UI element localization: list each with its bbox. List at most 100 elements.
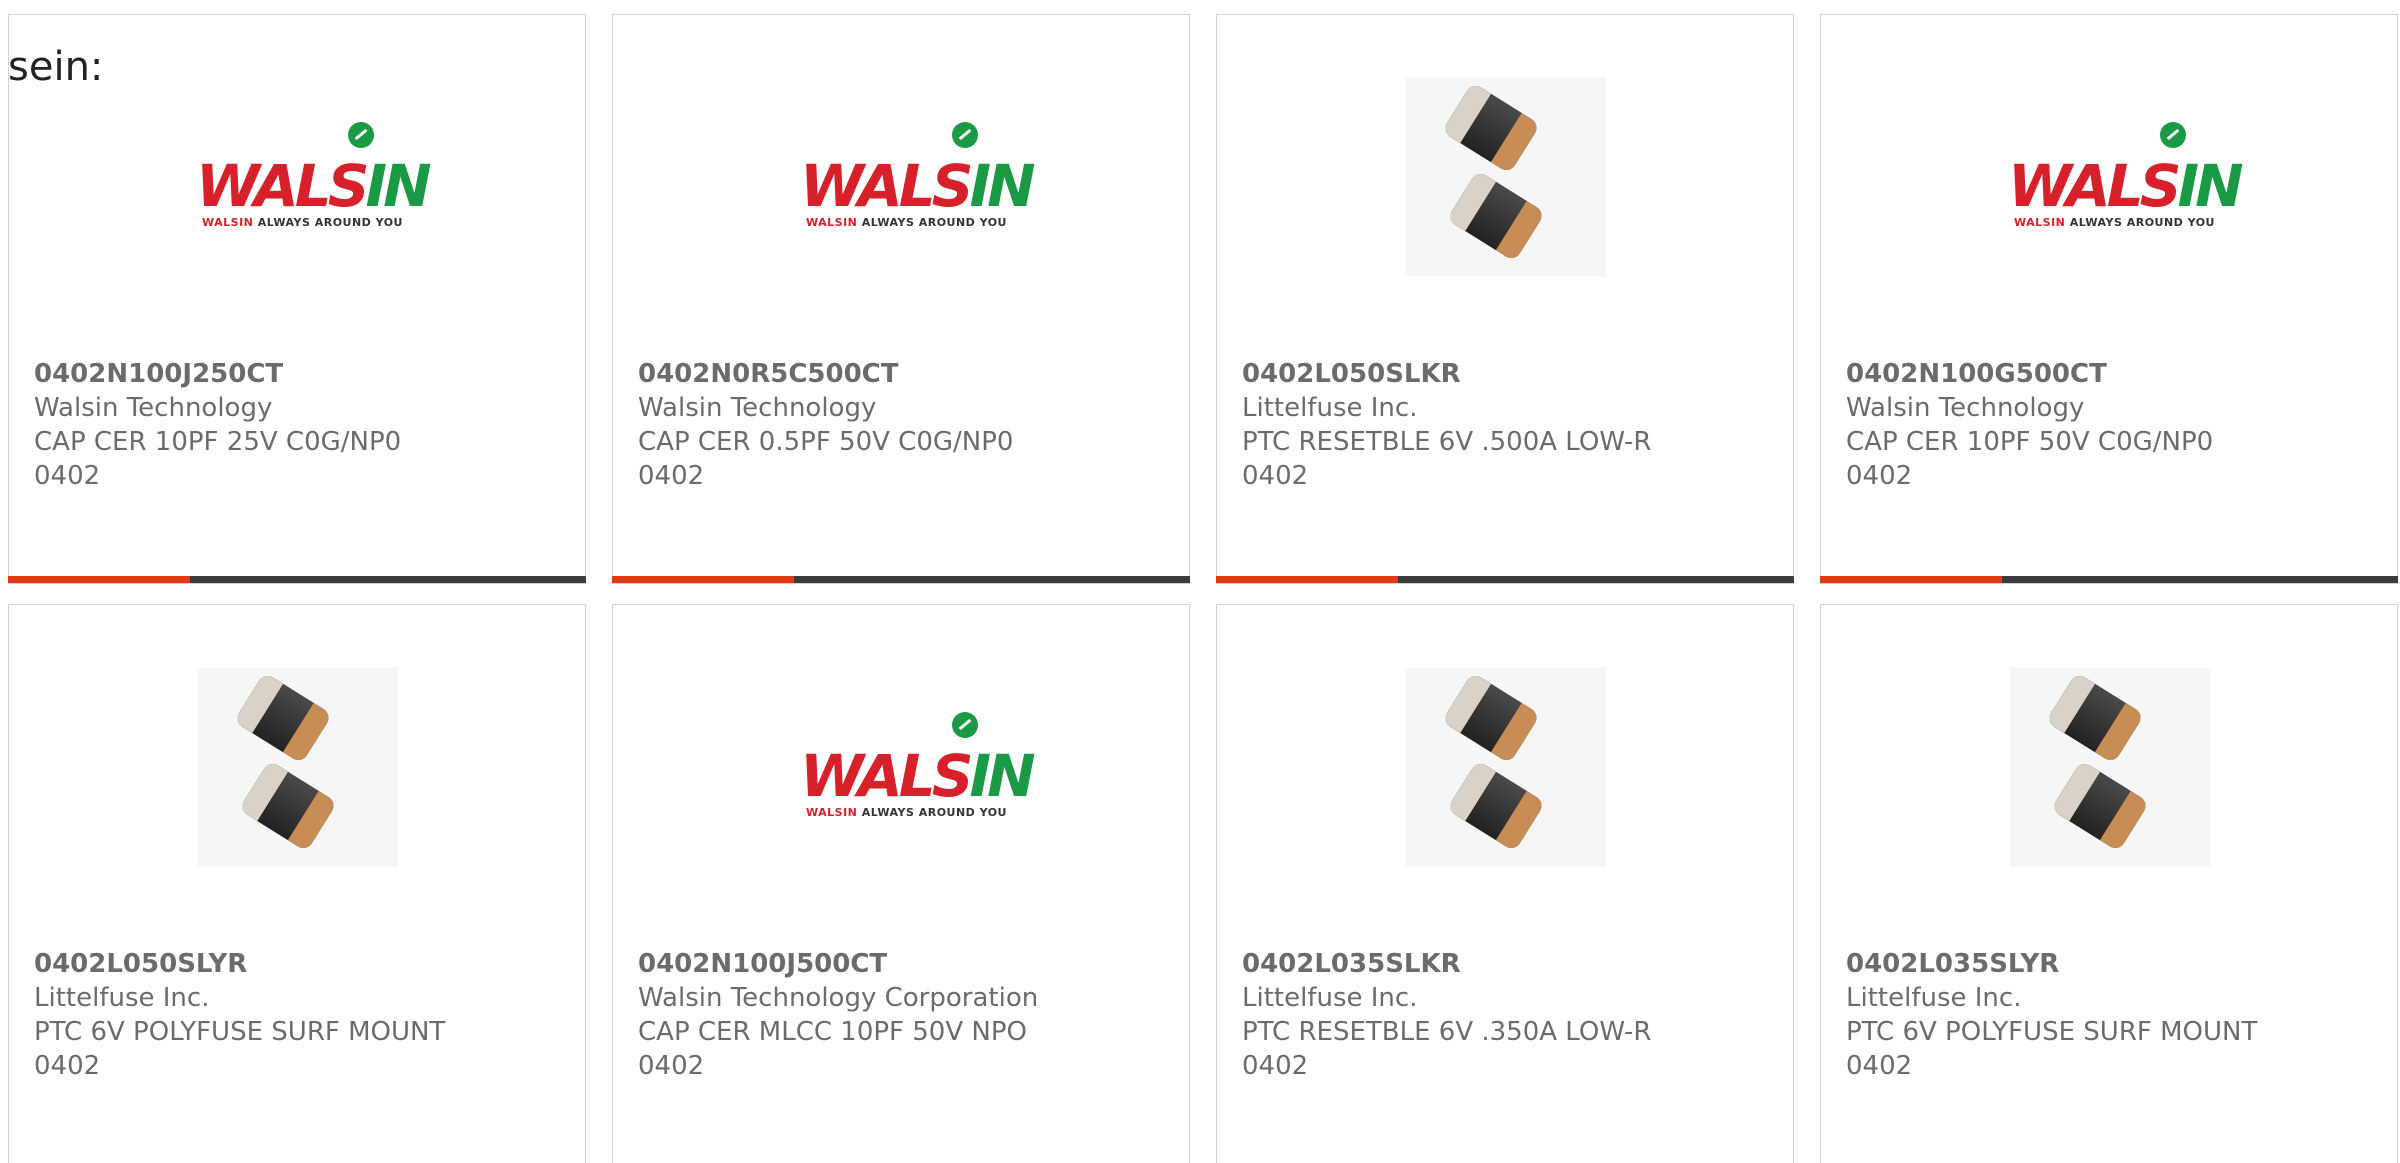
product-card[interactable]: 0402L035SLYR Littelfuse Inc. PTC 6V POLYFU… <box>1820 604 2398 1163</box>
logo-wordmark: WALSIN <box>800 742 1036 810</box>
package-size: 0402 <box>638 1051 705 1081</box>
globe-icon <box>952 712 978 738</box>
logo-tagline-brand: WALSIN <box>2014 216 2070 229</box>
logo-wordmark-red: WALS <box>800 152 974 220</box>
globe-icon <box>952 122 978 148</box>
product-card[interactable]: 0402L050SLYR Littelfuse Inc. PTC 6V POLYFU… <box>8 604 586 1163</box>
card-bottom-bar <box>1820 576 2398 583</box>
logo-wordmark: WALSIN <box>800 152 1036 220</box>
product-grid-page: sein: WALSIN WALSIN ALWAYS AROUND YOU 0402… <box>0 0 2400 1163</box>
smd-chip <box>1446 760 1546 852</box>
logo-tagline: WALSIN ALWAYS AROUND YOU <box>2014 216 2215 229</box>
manufacturer: Littelfuse Inc. <box>1846 983 2022 1013</box>
product-card[interactable]: 0402L050SLKR Littelfuse Inc. PTC RESETBLE … <box>1216 14 1794 584</box>
manufacturer: Littelfuse Inc. <box>34 983 210 1013</box>
logo-tagline-brand: WALSIN <box>806 216 862 229</box>
product-card[interactable]: 0402L035SLKR Littelfuse Inc. PTC RESETBLE … <box>1216 604 1794 1163</box>
smd-chip <box>1441 82 1541 174</box>
intro-text: sein: <box>8 44 104 90</box>
package-size: 0402 <box>34 461 101 491</box>
logo-wordmark-green: IN <box>969 742 1036 810</box>
product-info: 0402N100G500CT Walsin Technology CAP CER 1… <box>1846 357 2213 493</box>
product-thumbnail[interactable] <box>1404 667 1608 867</box>
card-bottom-bar <box>8 576 586 583</box>
product-thumbnail[interactable]: WALSIN WALSIN ALWAYS AROUND YOU <box>800 77 1036 277</box>
product-thumbnail[interactable]: WALSIN WALSIN ALWAYS AROUND YOU <box>2008 77 2244 277</box>
walsin-logo-image: WALSIN WALSIN ALWAYS AROUND YOU <box>2008 122 2244 232</box>
part-number[interactable]: 0402L050SLKR <box>1242 357 1651 391</box>
logo-tagline-brand: WALSIN <box>806 806 862 819</box>
logo-wordmark-green: IN <box>969 152 1036 220</box>
part-number[interactable]: 0402N0R5C500CT <box>638 357 1013 391</box>
product-description: PTC RESETBLE 6V .350A LOW-R <box>1242 1017 1652 1047</box>
manufacturer: Littelfuse Inc. <box>1242 393 1418 423</box>
product-info: 0402L035SLKR Littelfuse Inc. PTC RESETBLE … <box>1242 947 1651 1083</box>
logo-tagline: WALSIN ALWAYS AROUND YOU <box>806 216 1007 229</box>
card-accent-bar <box>8 576 190 583</box>
product-description: PTC 6V POLYFUSE SURF MOUNT <box>34 1017 446 1047</box>
smd-chip-photo <box>1406 77 1606 277</box>
card-accent-bar <box>1820 576 2002 583</box>
manufacturer: Littelfuse Inc. <box>1242 983 1418 1013</box>
package-size: 0402 <box>638 461 705 491</box>
product-thumbnail[interactable]: WALSIN WALSIN ALWAYS AROUND YOU <box>800 667 1036 867</box>
product-description: PTC 6V POLYFUSE SURF MOUNT <box>1846 1017 2258 1047</box>
product-card[interactable]: WALSIN WALSIN ALWAYS AROUND YOU 0402N100J2… <box>8 14 586 584</box>
part-number[interactable]: 0402L050SLYR <box>34 947 445 981</box>
product-info: 0402L050SLYR Littelfuse Inc. PTC 6V POLYFU… <box>34 947 445 1083</box>
manufacturer: Walsin Technology <box>638 393 877 423</box>
smd-chip <box>238 760 338 852</box>
product-description: PTC RESETBLE 6V .500A LOW-R <box>1242 427 1652 457</box>
product-description: CAP CER 10PF 25V C0G/NP0 <box>34 427 402 457</box>
smd-chip-photo <box>1406 667 1606 867</box>
package-size: 0402 <box>1242 461 1309 491</box>
product-description: CAP CER 10PF 50V C0G/NP0 <box>1846 427 2214 457</box>
walsin-logo-image: WALSIN WALSIN ALWAYS AROUND YOU <box>800 122 1036 232</box>
smd-chip <box>1441 672 1541 764</box>
logo-tagline-text: ALWAYS AROUND YOU <box>257 216 403 229</box>
manufacturer: Walsin Technology <box>1846 393 2085 423</box>
package-size: 0402 <box>1242 1051 1309 1081</box>
globe-icon <box>2160 122 2186 148</box>
part-number[interactable]: 0402N100J250CT <box>34 357 401 391</box>
part-number[interactable]: 0402L035SLYR <box>1846 947 2257 981</box>
product-thumbnail[interactable]: WALSIN WALSIN ALWAYS AROUND YOU <box>196 77 432 277</box>
logo-tagline: WALSIN ALWAYS AROUND YOU <box>806 806 1007 819</box>
product-info: 0402L035SLYR Littelfuse Inc. PTC 6V POLYFU… <box>1846 947 2257 1083</box>
card-accent-bar <box>612 576 794 583</box>
card-accent-bar <box>1216 576 1398 583</box>
product-card[interactable]: WALSIN WALSIN ALWAYS AROUND YOU 0402N0R5C5… <box>612 14 1190 584</box>
logo-wordmark-red: WALS <box>2008 152 2182 220</box>
card-bottom-bar <box>1216 576 1794 583</box>
logo-wordmark-green: IN <box>365 152 432 220</box>
product-info: 0402L050SLKR Littelfuse Inc. PTC RESETBLE … <box>1242 357 1651 493</box>
product-description: CAP CER 0.5PF 50V C0G/NP0 <box>638 427 1014 457</box>
logo-tagline-brand: WALSIN <box>202 216 258 229</box>
product-thumbnail[interactable] <box>2008 667 2212 867</box>
walsin-logo-image: WALSIN WALSIN ALWAYS AROUND YOU <box>800 712 1036 822</box>
logo-tagline-text: ALWAYS AROUND YOU <box>861 216 1007 229</box>
product-card[interactable]: WALSIN WALSIN ALWAYS AROUND YOU 0402N100G5… <box>1820 14 2398 584</box>
logo-wordmark-red: WALS <box>800 742 974 810</box>
product-thumbnail[interactable] <box>196 667 400 867</box>
product-description: CAP CER MLCC 10PF 50V NPO <box>638 1017 1027 1047</box>
product-info: 0402N0R5C500CT Walsin Technology CAP CER 0… <box>638 357 1013 493</box>
logo-wordmark-green: IN <box>2177 152 2244 220</box>
part-number[interactable]: 0402N100J500CT <box>638 947 1038 981</box>
logo-wordmark: WALSIN <box>196 152 432 220</box>
smd-chip <box>2045 672 2145 764</box>
smd-chip <box>1446 170 1546 262</box>
package-size: 0402 <box>1846 1051 1913 1081</box>
smd-chip-photo <box>198 667 398 867</box>
card-bottom-bar <box>612 576 1190 583</box>
product-info: 0402N100J500CT Walsin Technology Corporat… <box>638 947 1038 1083</box>
product-card[interactable]: WALSIN WALSIN ALWAYS AROUND YOU 0402N100J5… <box>612 604 1190 1163</box>
product-thumbnail[interactable] <box>1404 77 1608 277</box>
package-size: 0402 <box>1846 461 1913 491</box>
part-number[interactable]: 0402N100G500CT <box>1846 357 2213 391</box>
globe-icon <box>348 122 374 148</box>
manufacturer: Walsin Technology <box>34 393 273 423</box>
logo-tagline-text: ALWAYS AROUND YOU <box>861 806 1007 819</box>
part-number[interactable]: 0402L035SLKR <box>1242 947 1651 981</box>
package-size: 0402 <box>34 1051 101 1081</box>
